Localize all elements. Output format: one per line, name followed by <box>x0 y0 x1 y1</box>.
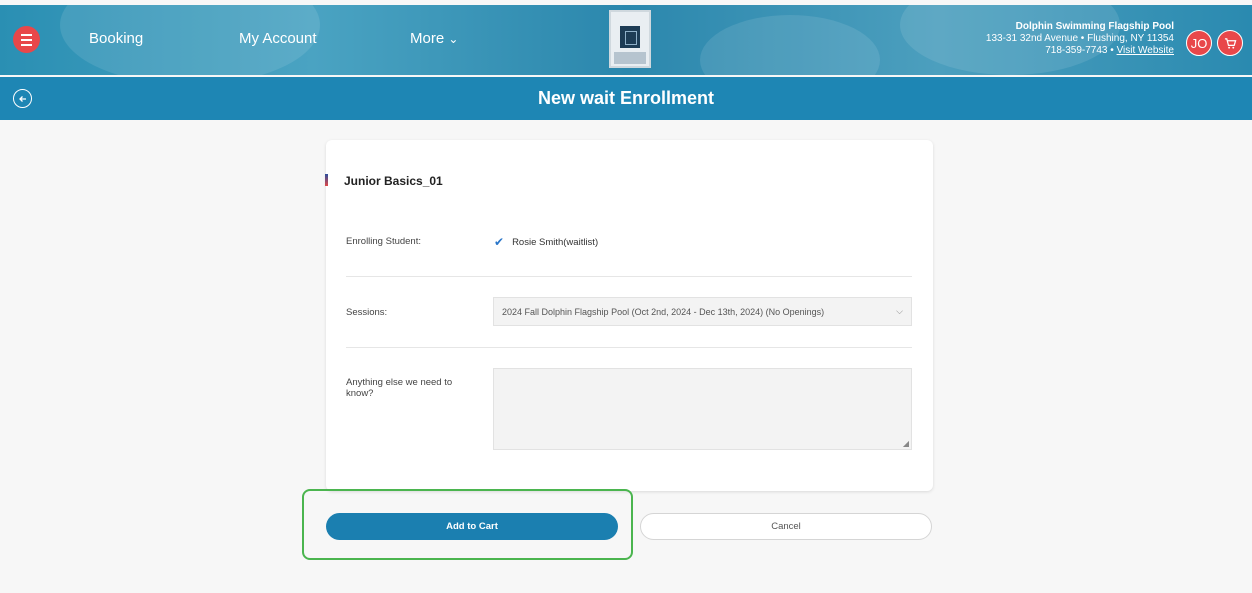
sessions-select[interactable]: 2024 Fall Dolphin Flagship Pool (Oct 2nd… <box>493 297 912 326</box>
hamburger-icon <box>21 32 32 47</box>
student-name: Rosie Smith(waitlist) <box>512 236 599 248</box>
nav-booking-link[interactable]: Booking <box>89 30 143 47</box>
cancel-button[interactable]: Cancel <box>640 513 932 540</box>
pool-contact: 718-359-7743 • Visit Website <box>1045 45 1174 56</box>
class-marker <box>325 174 328 186</box>
divider <box>346 347 912 348</box>
cart-button[interactable] <box>1217 30 1243 56</box>
cart-icon <box>1224 37 1236 49</box>
pool-phone: 718-359-7743 <box>1045 45 1108 56</box>
menu-button[interactable] <box>13 26 40 53</box>
nav-more-menu[interactable]: More ⌄ <box>410 30 458 47</box>
add-to-cart-button[interactable]: Add to Cart <box>326 513 618 540</box>
background-wave <box>700 15 880 75</box>
user-avatar[interactable]: JO <box>1186 30 1212 56</box>
visit-website-link[interactable]: Visit Website <box>1117 45 1174 56</box>
enrollment-card: Junior Basics_01 Enrolling Student: ✔ Ro… <box>325 140 933 491</box>
pool-name: Dolphin Swimming Flagship Pool <box>1015 21 1174 32</box>
page-header: New wait Enrollment <box>0 77 1252 120</box>
sessions-selected-value: 2024 Fall Dolphin Flagship Pool (Oct 2nd… <box>502 307 825 317</box>
pool-address: 133-31 32nd Avenue • Flushing, NY 11354 <box>985 33 1174 44</box>
resize-handle-icon[interactable]: ◢ <box>903 439 909 448</box>
pool-info: Dolphin Swimming Flagship Pool 133-31 32… <box>986 21 1174 57</box>
enrolling-student-label: Enrolling Student: <box>346 236 421 247</box>
chevron-down-icon: ⌄ <box>448 32 459 46</box>
check-icon: ✔ <box>494 235 505 249</box>
top-navigation: Booking My Account More ⌄ Dolphin Swimmi… <box>0 5 1252 75</box>
class-name: Junior Basics_01 <box>344 174 443 188</box>
nav-my-account-link[interactable]: My Account <box>239 30 317 47</box>
divider <box>346 276 912 277</box>
student-checkbox[interactable]: ✔ Rosie Smith(waitlist) <box>494 235 598 249</box>
notes-textarea[interactable]: ◢ <box>493 368 912 450</box>
chevron-down-icon: ⌵ <box>896 306 903 316</box>
pool-logo[interactable] <box>609 10 651 68</box>
page-title: New wait Enrollment <box>537 88 715 108</box>
sessions-label: Sessions: <box>346 307 388 318</box>
notes-label: Anything else we need to know? <box>346 377 453 399</box>
nav-more-label: More <box>410 30 445 47</box>
